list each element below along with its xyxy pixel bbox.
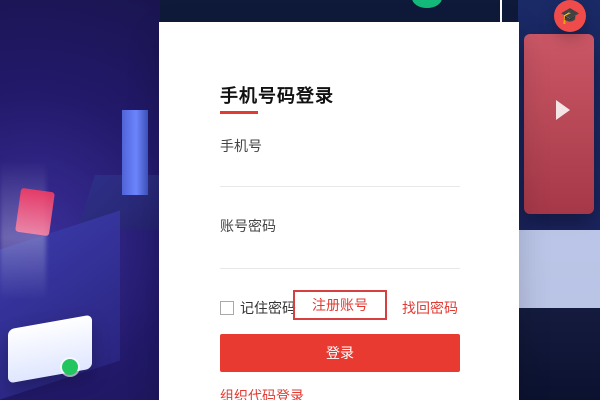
play-icon — [556, 100, 570, 120]
remember-checkbox[interactable] — [220, 301, 234, 315]
password-underline — [220, 268, 460, 269]
login-card: 手机号码登录 手机号 账号密码 记住密码 注册账号 找回密码 登录 组织代码登录 — [159, 22, 519, 400]
page-title: 手机号码登录 — [220, 86, 334, 107]
isometric-tower-decoration — [122, 110, 148, 195]
org-code-login-link[interactable]: 组织代码登录 — [220, 386, 304, 400]
password-label: 账号密码 — [220, 219, 276, 235]
title-underline — [220, 111, 258, 114]
top-divider-line — [500, 0, 502, 22]
login-button[interactable]: 登录 — [220, 334, 460, 372]
check-icon — [62, 359, 78, 375]
register-link[interactable]: 注册账号 — [293, 290, 387, 320]
phone-label: 手机号 — [220, 139, 262, 155]
password-input[interactable] — [220, 238, 460, 264]
red-cube-decoration — [15, 187, 55, 237]
right-bar-decoration — [508, 230, 600, 308]
graduation-cap-icon: 🎓 — [554, 0, 586, 32]
login-page: 🎓 手机号码登录 手机号 账号密码 记住密码 注册账号 找回密码 登录 组织代码… — [0, 0, 600, 400]
phone-underline — [220, 186, 460, 187]
phone-input[interactable] — [220, 158, 460, 184]
right-dark-decoration — [508, 308, 600, 400]
remember-password[interactable]: 记住密码 — [220, 298, 296, 318]
remember-label: 记住密码 — [240, 301, 296, 317]
right-screen-decoration — [524, 34, 594, 214]
recover-password-link[interactable]: 找回密码 — [402, 298, 458, 318]
